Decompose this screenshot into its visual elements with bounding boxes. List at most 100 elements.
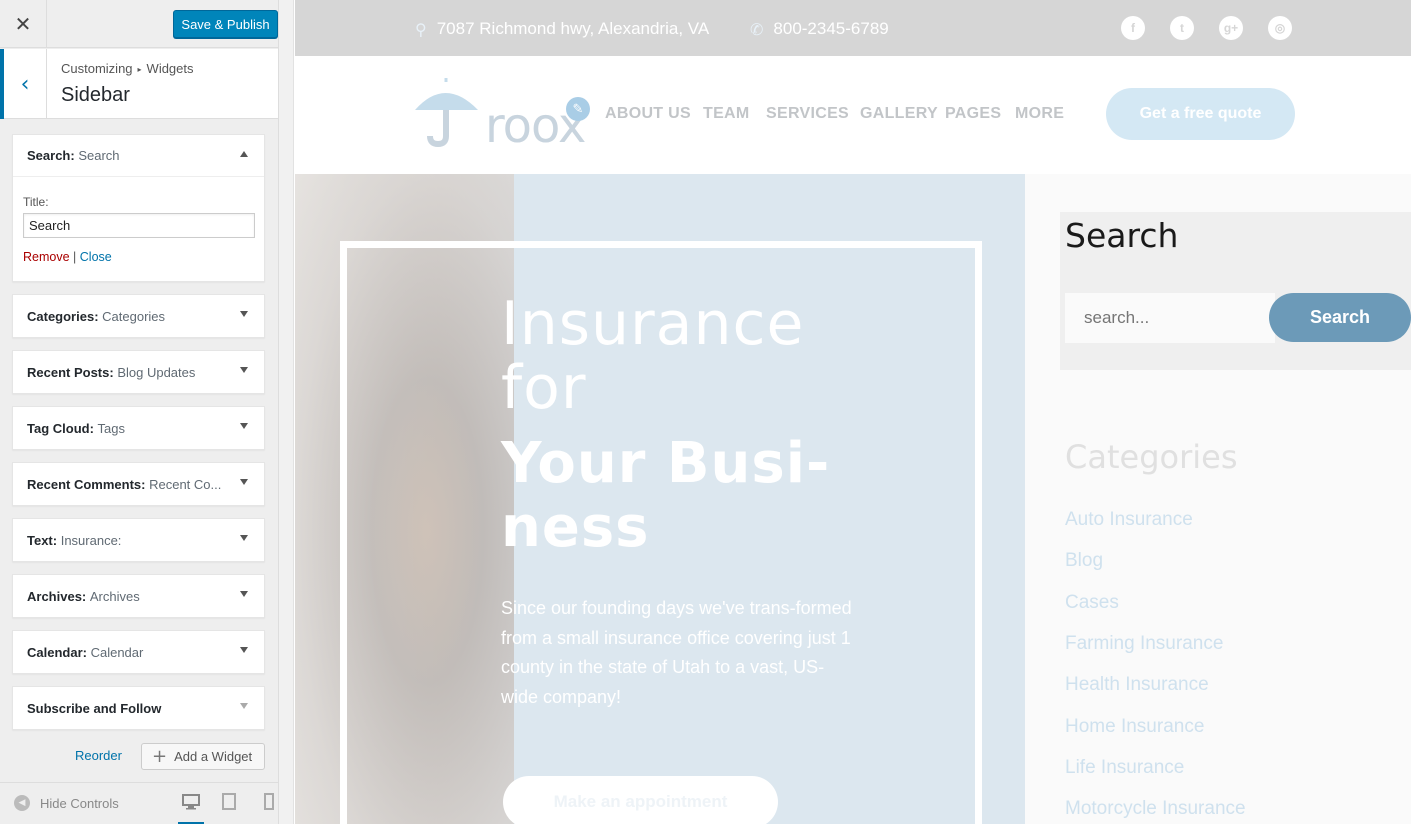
nav-team[interactable]: TEAM <box>703 105 750 123</box>
arrow-down-icon[interactable] <box>240 535 248 541</box>
widget-header[interactable]: Text: Insurance: <box>13 519 264 561</box>
widget-colon: : <box>81 588 90 604</box>
widget-header[interactable]: Search: Search <box>13 135 264 177</box>
widget-header[interactable]: Subscribe and Follow <box>13 687 264 729</box>
google-plus-icon[interactable]: g+ <box>1219 16 1243 40</box>
customizer-footer: ◀ Hide Controls <box>0 782 278 824</box>
search-button[interactable]: Search <box>1269 293 1411 342</box>
site-logo[interactable]: roox <box>410 78 586 154</box>
twitter-icon[interactable]: t <box>1170 16 1194 40</box>
title-input[interactable] <box>23 213 255 238</box>
widget-header[interactable]: Archives: Archives <box>13 575 264 617</box>
widget-type: Archives <box>27 588 82 604</box>
facebook-icon[interactable]: f <box>1121 16 1145 40</box>
hide-controls-button[interactable]: ◀ Hide Controls <box>14 795 119 811</box>
widget-row[interactable]: Recent Posts: Blog Updates <box>12 350 265 394</box>
widget-actions: Remove | Close <box>23 250 254 264</box>
widget-row[interactable]: Text: Insurance: <box>12 518 265 562</box>
category-link[interactable]: Health Insurance <box>1065 674 1209 696</box>
widget-row[interactable]: Archives: Archives <box>12 574 265 618</box>
hero-line: ness <box>501 495 650 560</box>
hero-paragraph: Since our founding days we've trans-form… <box>501 598 852 707</box>
widget-row[interactable]: Recent Comments: Recent Co... <box>12 462 265 506</box>
arrow-down-icon[interactable] <box>240 591 248 597</box>
widget-name: Calendar <box>90 644 144 660</box>
arrow-up-icon[interactable] <box>240 151 248 157</box>
category-link[interactable]: Home Insurance <box>1065 716 1204 738</box>
widget-header[interactable]: Categories: Categories <box>13 295 264 337</box>
reorder-link[interactable]: Reorder <box>75 748 122 763</box>
category-link[interactable]: Life Insurance <box>1065 757 1184 779</box>
search-input[interactable] <box>1065 293 1275 343</box>
widget-name: Categories <box>102 308 166 324</box>
arrow-down-icon[interactable] <box>240 479 248 485</box>
hero-heading-light: Insurance for <box>501 292 804 420</box>
widget-header[interactable]: Recent Posts: Blog Updates <box>13 351 264 393</box>
widget-row[interactable]: Tag Cloud: Tags <box>12 406 265 450</box>
instagram-icon[interactable]: ◎ <box>1268 16 1292 40</box>
widget-row[interactable]: Subscribe and Follow <box>12 686 265 730</box>
nav-pages[interactable]: PAGES <box>945 105 1001 123</box>
widget-header[interactable]: Recent Comments: Recent Co... <box>13 463 264 505</box>
arrow-down-icon[interactable] <box>240 423 248 429</box>
phone-icon: ✆ <box>750 19 764 39</box>
add-widget-button[interactable]: + Add a Widget <box>141 743 265 770</box>
category-link[interactable]: Farming Insurance <box>1065 633 1223 655</box>
tablet-icon <box>222 793 236 810</box>
widget-colon: : <box>109 364 118 380</box>
tablet-preview-button[interactable] <box>222 793 236 815</box>
category-link[interactable]: Blog <box>1065 550 1103 572</box>
arrow-down-icon[interactable] <box>240 703 248 709</box>
remove-link[interactable]: Remove <box>23 250 70 264</box>
widget-name: Blog Updates <box>117 364 196 380</box>
desktop-icon <box>182 794 200 810</box>
category-link[interactable]: Auto Insurance <box>1065 509 1193 531</box>
nav-more[interactable]: MORE <box>1015 105 1064 123</box>
appointment-button[interactable]: Make an appointment <box>503 776 778 824</box>
arrow-down-icon[interactable] <box>240 647 248 653</box>
widget-header[interactable]: Tag Cloud: Tags <box>13 407 264 449</box>
widget-colon: : <box>82 644 91 660</box>
section-title: Sidebar <box>61 84 130 106</box>
widget-type: Search <box>27 148 71 163</box>
widget-type: Tag Cloud <box>27 420 90 436</box>
breadcrumb: Customizing ▸ Widgets <box>61 61 194 76</box>
site-preview: ⚲ 7087 Richmond hwy, Alexandria, VA ✆ 800-… <box>295 0 1411 824</box>
plus-icon: + <box>152 746 168 767</box>
nav-services[interactable]: SERVICES <box>766 105 849 123</box>
category-link[interactable]: Motorcycle Insurance <box>1065 798 1246 820</box>
save-publish-button[interactable]: Save & Publish <box>173 10 278 38</box>
widget-name: Insurance: <box>60 532 122 548</box>
nav-about-us[interactable]: ABOUT US <box>605 105 691 123</box>
close-customizer-button[interactable]: ✕ <box>0 0 47 48</box>
free-quote-button[interactable]: Get a free quote <box>1106 88 1295 140</box>
widget-header[interactable]: Calendar: Calendar <box>13 631 264 673</box>
widget-colon: : <box>52 532 61 548</box>
action-separator: | <box>73 250 77 264</box>
widget-name: Tags <box>97 420 126 436</box>
widget-name: Recent Co... <box>149 476 222 492</box>
close-link[interactable]: Close <box>80 250 112 264</box>
widget-row[interactable]: Categories: Categories <box>12 294 265 338</box>
arrow-down-icon[interactable] <box>240 367 248 373</box>
widget-colon: : <box>94 308 103 324</box>
arrow-down-icon[interactable] <box>240 311 248 317</box>
nav-gallery[interactable]: GALLERY <box>860 105 938 123</box>
widget-row[interactable]: Calendar: Calendar <box>12 630 265 674</box>
desktop-preview-button[interactable] <box>178 793 204 824</box>
panel-scrollbar[interactable] <box>279 0 294 824</box>
category-link[interactable]: Cases <box>1065 592 1119 614</box>
back-button[interactable]: ‹ <box>0 49 47 119</box>
hero-section: Insurance for Your Busi- ness Since our … <box>295 174 1025 824</box>
top-bar: ⚲ 7087 Richmond hwy, Alexandria, VA ✆ 800-… <box>295 0 1411 56</box>
umbrella-logo-icon <box>415 78 478 148</box>
widget-type: Subscribe and Follow <box>27 700 162 716</box>
hero-line: for <box>501 353 587 423</box>
widget-colon: : <box>89 420 98 436</box>
breadcrumb-item: Widgets <box>146 61 194 76</box>
hero-line: Insurance <box>501 289 805 359</box>
title-label: Title: <box>23 195 49 209</box>
edit-shortcut-pencil-icon[interactable]: ✎ <box>566 97 590 121</box>
breadcrumb-arrow-icon: ▸ <box>137 65 142 74</box>
mobile-preview-button[interactable] <box>264 793 274 815</box>
